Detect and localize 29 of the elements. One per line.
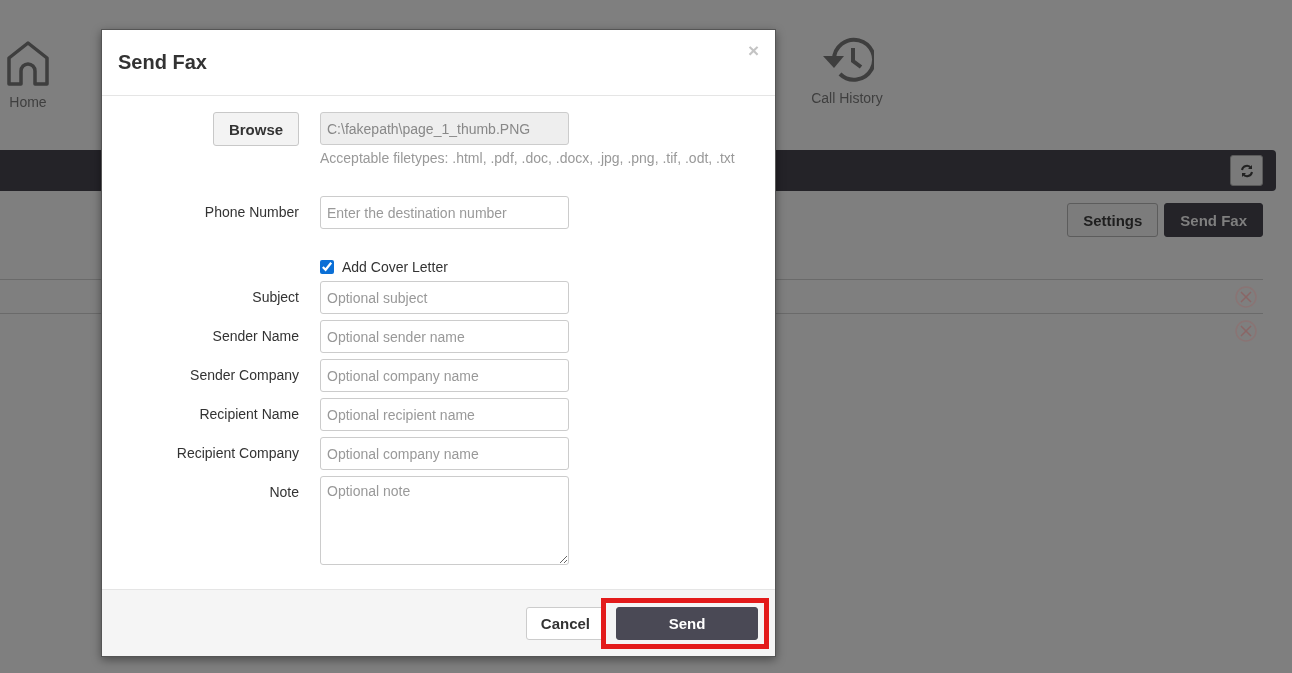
history-icon xyxy=(820,36,874,84)
phone-number-field[interactable]: Enter the destination number xyxy=(320,196,569,229)
checkbox-label[interactable]: Add Cover Letter xyxy=(342,259,448,275)
send-button[interactable]: Send xyxy=(616,606,758,640)
field-label: Recipient Company xyxy=(176,445,299,461)
note-field[interactable]: Optional note xyxy=(320,476,569,565)
input-field[interactable]: Optional company name xyxy=(320,359,569,392)
field-label: Phone Number xyxy=(204,204,299,220)
refresh-button[interactable] xyxy=(1230,155,1263,186)
send-fax-button[interactable]: Send Fax xyxy=(1164,203,1263,237)
cover-letter-checkbox[interactable] xyxy=(320,260,334,274)
input-field[interactable]: Optional subject xyxy=(320,281,569,314)
field-label: Recipient Name xyxy=(199,406,299,422)
file-path-field[interactable]: C:\fakepath\page_1_thumb.PNG xyxy=(320,112,569,145)
refresh-icon xyxy=(1239,163,1254,178)
nav-label[interactable]: Call History xyxy=(811,90,883,106)
field-label: Note xyxy=(269,484,299,500)
input-field[interactable]: Optional recipient name xyxy=(320,398,569,431)
filetypes-hint: Acceptable filetypes: .html, .pdf, .doc, .docx, .jpg, .png, .tif, .odt, .txt xyxy=(320,150,736,166)
input-field[interactable]: Optional sender name xyxy=(320,320,569,353)
field-label: Sender Company xyxy=(190,367,299,383)
dialog-title: Send Fax xyxy=(118,51,207,74)
field-label: Subject xyxy=(252,289,299,305)
input-field[interactable]: Optional company name xyxy=(320,437,569,470)
browse-button[interactable]: Browse xyxy=(213,112,299,146)
field-label: Sender Name xyxy=(212,328,299,344)
nav-label[interactable]: Home xyxy=(9,94,47,110)
settings-button[interactable]: Settings xyxy=(1067,203,1159,237)
home-icon xyxy=(6,40,50,86)
